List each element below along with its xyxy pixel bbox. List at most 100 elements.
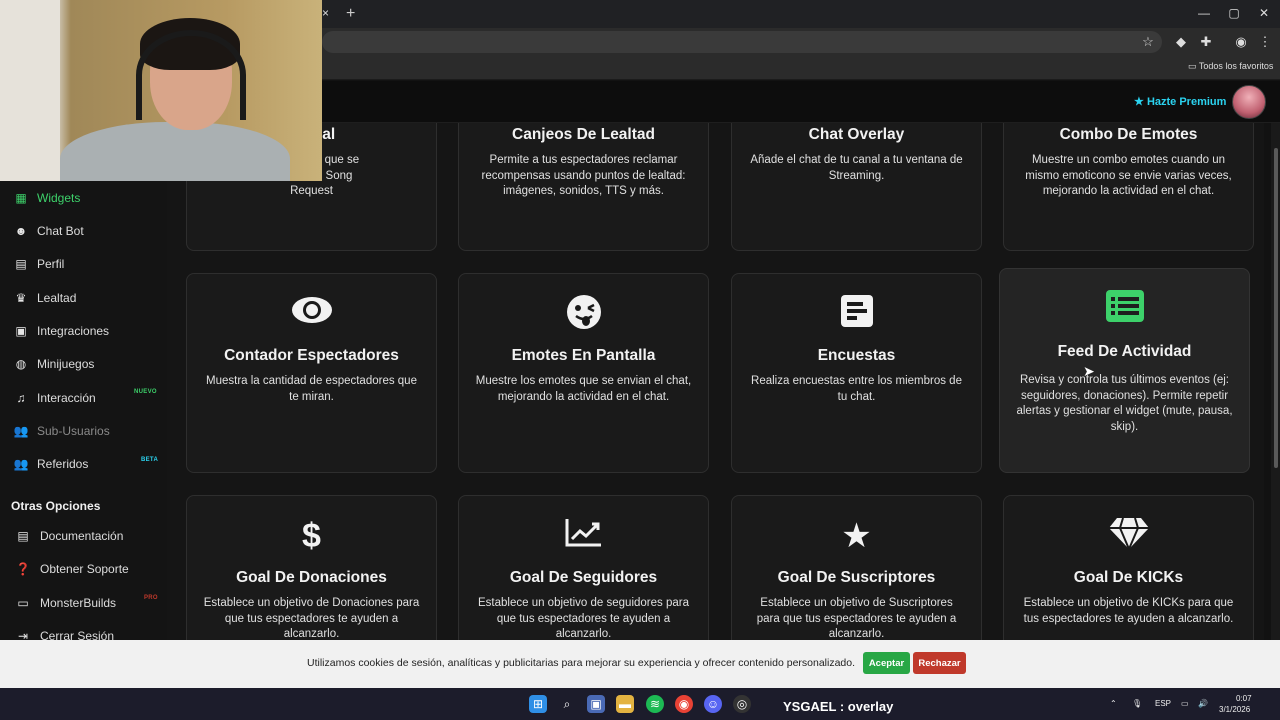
card-description: Establece un objetivo de KICKs para que … (1023, 597, 1234, 625)
reject-cookies-button[interactable]: Rechazar (913, 652, 966, 674)
tab-close-icon[interactable]: × (322, 6, 336, 22)
laptop-icon: ▭ (17, 596, 29, 610)
sidebar-item-perfil[interactable]: ▤ Perfil (0, 249, 167, 279)
sidebar: ▦ Widgets ☻ Chat Bot ▤ Perfil ♛ Lealtad … (0, 181, 167, 643)
widget-card[interactable]: Canjeos De Lealtad Permite a tus especta… (458, 123, 709, 251)
address-field[interactable] (322, 31, 1162, 53)
folder-icon: ▭ (1188, 61, 1197, 71)
sidebar-item-label: Documentación (40, 529, 124, 543)
scrollbar-thumb[interactable] (1274, 148, 1278, 468)
all-bookmarks-label: Todos los favoritos (1198, 61, 1274, 71)
users-icon: 👥 (13, 424, 29, 438)
sidebar-item-label: Interacción (37, 391, 96, 405)
widget-card[interactable]: Combo De Emotes Muestre un combo emotes … (1003, 123, 1254, 251)
card-title: Goal De Donaciones (236, 569, 387, 586)
robot-icon: ☻ (14, 224, 28, 238)
widget-card[interactable]: Contador Espectadores Muestra la cantida… (186, 273, 437, 473)
windows-start-icon[interactable]: ⊞ (529, 695, 547, 713)
avatar[interactable] (1232, 85, 1266, 119)
widget-card[interactable]: Goal De Seguidores Establece un objetivo… (458, 495, 709, 640)
widget-card[interactable]: Chat Overlay Añade el chat de tu canal a… (731, 123, 982, 251)
obs-icon[interactable]: ◎ (733, 695, 751, 713)
sidebar-item-label: Sub-Usuarios (37, 424, 110, 438)
volume-icon[interactable]: 🔊 (1198, 699, 1208, 708)
widgets-grid: Actual l la canción que se la cola del S… (167, 123, 1264, 640)
sidebar-item-lealtad[interactable]: ♛ Lealtad (0, 283, 167, 313)
sidebar-item-widgets[interactable]: ▦ Widgets (0, 183, 167, 213)
chrome-icon[interactable]: ◉ (675, 695, 693, 713)
other-options-title: Otras Opciones (11, 499, 101, 513)
widget-card[interactable]: Goal De KICKs Establece un objetivo de K… (1003, 495, 1254, 640)
new-tab-button[interactable]: + (346, 5, 362, 22)
card-title: Canjeos De Lealtad (512, 126, 655, 143)
bookmark-star-icon[interactable]: ☆ (1140, 34, 1156, 50)
microphone-icon[interactable]: 🎙 (1132, 699, 1142, 708)
widget-card[interactable]: Feed De Actividad Revisa y controla tus … (999, 268, 1250, 473)
card-description: Muestre los emotes que se envian el chat… (475, 375, 692, 403)
discord-icon[interactable]: ☺ (704, 695, 722, 713)
eye-icon (187, 294, 436, 334)
clock-time[interactable]: 0:07 (1236, 694, 1252, 703)
sidebar-item-soporte[interactable]: ❓ Obtener Soporte (0, 554, 167, 584)
minimize-button[interactable]: — (1194, 6, 1214, 22)
widget-card[interactable]: ★ Goal De Suscriptores Establece un obje… (731, 495, 982, 640)
card-description: Establece un objetivo de Suscriptores pa… (756, 597, 957, 640)
clock-date[interactable]: 3/1/2026 (1219, 705, 1250, 714)
monitor-icon[interactable]: ▭ (1181, 699, 1189, 708)
cookie-text: Utilizamos cookies de sesión, analíticas… (307, 657, 856, 669)
search-icon[interactable]: ⌕ (558, 695, 576, 713)
card-title: Feed De Actividad (1057, 343, 1192, 360)
card-description: Establece un objetivo de Donaciones para… (203, 597, 420, 640)
book-icon: ▤ (17, 529, 29, 543)
sidebar-item-label: Perfil (37, 257, 65, 271)
taskbar (0, 688, 1280, 720)
sidebar-item-minijuegos[interactable]: ◍ Minijuegos (0, 349, 167, 379)
folder-icon[interactable]: ▬ (616, 695, 634, 713)
all-bookmarks-link[interactable]: ▭ Todos los favoritos (1188, 61, 1273, 75)
sidebar-item-chat-bot[interactable]: ☻ Chat Bot (0, 216, 167, 246)
store-icon[interactable]: ▣ (587, 695, 605, 713)
sidebar-item-referidos[interactable]: 👥 Referidos (0, 449, 167, 479)
star-icon: ★ (841, 517, 872, 555)
card-title: Chat Overlay (808, 126, 905, 143)
card-description: Revisa y controla tus últimos eventos (e… (1016, 374, 1233, 433)
card-title: Goal De KICKs (1073, 569, 1184, 586)
card-description: Muestre un combo emotes cuando un mismo … (1025, 154, 1232, 197)
gamepad-icon: ◍ (15, 357, 27, 371)
mouse-cursor: ➤ (1083, 363, 1095, 379)
sidebar-item-label: Widgets (37, 191, 81, 205)
chart-line-icon (459, 516, 708, 556)
language-indicator[interactable]: ESP (1155, 699, 1171, 708)
puzzle-icon[interactable]: ✚ (1198, 34, 1214, 50)
question-icon: ❓ (15, 562, 31, 576)
gem-icon (1004, 516, 1253, 556)
sidebar-item-label: MonsterBuilds (40, 596, 117, 610)
close-window-button[interactable]: ✕ (1254, 6, 1274, 22)
star-icon: ★ (1134, 96, 1144, 108)
sidebar-item-integraciones[interactable]: ▣ Integraciones (0, 316, 167, 346)
trophy-icon: ♛ (15, 291, 27, 305)
card-description: Permite a tus espectadores reclamar reco… (481, 154, 686, 197)
grid-icon: ▦ (15, 191, 27, 205)
maximize-button[interactable]: ▢ (1224, 6, 1244, 22)
sidebar-item-documentacion[interactable]: ▤ Documentación (0, 521, 167, 551)
user-friends-icon: 👥 (13, 457, 29, 471)
card-title: Combo De Emotes (1059, 126, 1198, 143)
premium-link[interactable]: ★ Hazte Premium (1134, 95, 1226, 108)
taskbar-window-title[interactable]: YSGAEL : overlay (783, 699, 893, 714)
profile-icon[interactable]: ◉ (1233, 34, 1249, 50)
extension-icon[interactable]: ◆ (1173, 34, 1189, 50)
menu-kebab-icon[interactable]: ⋮ (1257, 34, 1273, 50)
sidebar-item-sub-usuarios[interactable]: 👥 Sub-Usuarios (0, 416, 167, 446)
tray-chevron-icon[interactable]: ⌃ (1110, 699, 1117, 708)
widget-card[interactable]: Emotes En Pantalla Muestre los emotes qu… (458, 273, 709, 473)
new-badge: NUEVO (134, 389, 157, 395)
sidebar-item-interaccion[interactable]: ♫ Interacción (0, 383, 167, 413)
widget-card[interactable]: Encuestas Realiza encuestas entre los mi… (731, 273, 982, 473)
sidebar-item-monsterbuilds[interactable]: ▭ MonsterBuilds (0, 588, 167, 618)
spotify-icon[interactable]: ≋ (646, 695, 664, 713)
widget-card[interactable]: $ Goal De Donaciones Establece un objeti… (186, 495, 437, 640)
card-description: Establece un objetivo de seguidores para… (478, 597, 689, 640)
card-title: Goal De Seguidores (509, 569, 658, 586)
accept-cookies-button[interactable]: Aceptar (863, 652, 910, 674)
